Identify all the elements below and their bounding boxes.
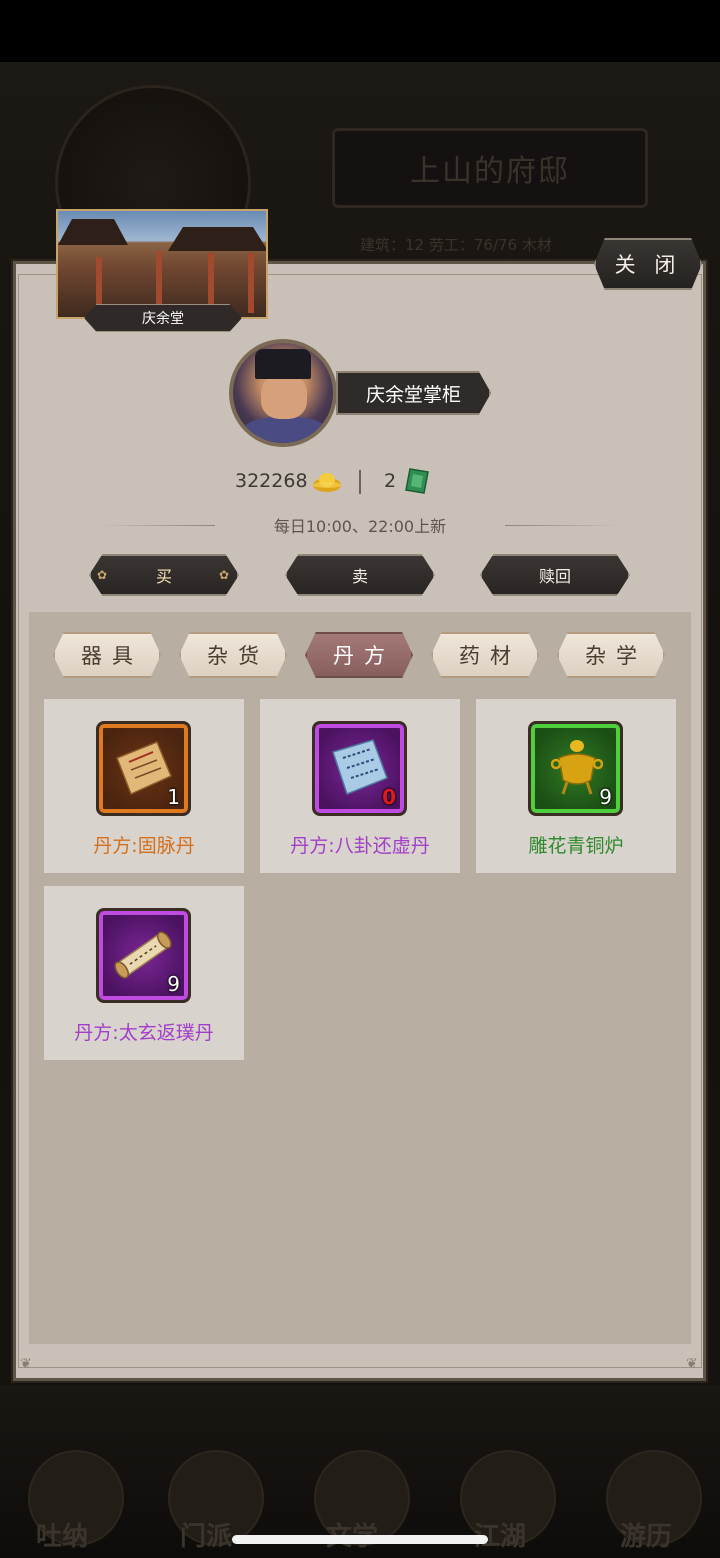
- nav-label: 游历: [620, 1522, 673, 1552]
- item-count: 9: [599, 785, 612, 809]
- item-card[interactable]: 9 丹方:太玄返璞丹: [44, 886, 244, 1060]
- corner-ornament-icon: ❦: [20, 1356, 32, 1372]
- ornament-icon: ✿: [219, 568, 230, 582]
- item-name: 丹方:八卦还虚丹: [290, 835, 430, 857]
- gold-amount: 322268: [235, 470, 308, 492]
- buy-button[interactable]: ✿ 买 ✿: [89, 554, 239, 596]
- shop-name: 庆余堂: [84, 304, 242, 332]
- sell-label: 卖: [351, 567, 368, 586]
- item-count: 9: [167, 972, 180, 996]
- jade-token-icon: [405, 468, 429, 494]
- merchant-avatar: [229, 339, 337, 447]
- currency-divider: [359, 470, 361, 494]
- item-name: 丹方:太玄返璞丹: [74, 1022, 214, 1044]
- tab-goods[interactable]: 杂货: [179, 632, 287, 678]
- close-button[interactable]: 关 闭: [594, 238, 702, 290]
- shop-thumbnail: [56, 209, 268, 319]
- refresh-time-text: 每日10:00、22:00上新: [273, 517, 447, 536]
- jade-amount: 2: [384, 470, 397, 492]
- redeem-button[interactable]: 赎回: [480, 554, 630, 596]
- item-card[interactable]: 1 丹方:固脉丹: [44, 699, 244, 873]
- tab-misc-studies[interactable]: 杂学: [557, 632, 665, 678]
- residence-title: 上山的府邸: [332, 128, 648, 208]
- home-indicator[interactable]: [232, 1535, 488, 1544]
- nav-label: 吐纳: [36, 1522, 89, 1552]
- scroll-icon: 9: [96, 908, 191, 1003]
- item-name: 雕花青铜炉: [528, 835, 624, 857]
- residence-stats: 建筑：12 劳工：76/76 木材: [360, 236, 552, 254]
- redeem-label: 赎回: [538, 567, 571, 586]
- merchant-name: 庆余堂掌柜: [336, 371, 491, 415]
- gold-ingot-icon: [313, 473, 341, 492]
- item-name: 丹方:固脉丹: [93, 835, 195, 857]
- ornament-icon: ✿: [97, 568, 108, 582]
- recipe-paper-icon: 1: [96, 721, 191, 816]
- item-count: 0: [382, 785, 396, 809]
- tab-tools[interactable]: 器具: [53, 632, 161, 678]
- bronze-censer-icon: 9: [528, 721, 623, 816]
- currency-row: 322268 2: [0, 466, 720, 498]
- status-bar: [0, 0, 720, 62]
- buy-label: 买: [155, 567, 172, 586]
- item-card[interactable]: 0 丹方:八卦还虚丹: [260, 699, 460, 873]
- tab-recipes[interactable]: 丹方: [305, 632, 413, 678]
- corner-ornament-icon: ❦: [686, 1356, 698, 1372]
- item-count: 1: [167, 785, 180, 809]
- nav-label: 门派: [180, 1522, 233, 1552]
- tab-herbs[interactable]: 药材: [431, 632, 539, 678]
- blue-recipe-paper-icon: 0: [312, 721, 407, 816]
- sell-button[interactable]: 卖: [285, 554, 435, 596]
- item-card[interactable]: 9 雕花青铜炉: [476, 699, 676, 873]
